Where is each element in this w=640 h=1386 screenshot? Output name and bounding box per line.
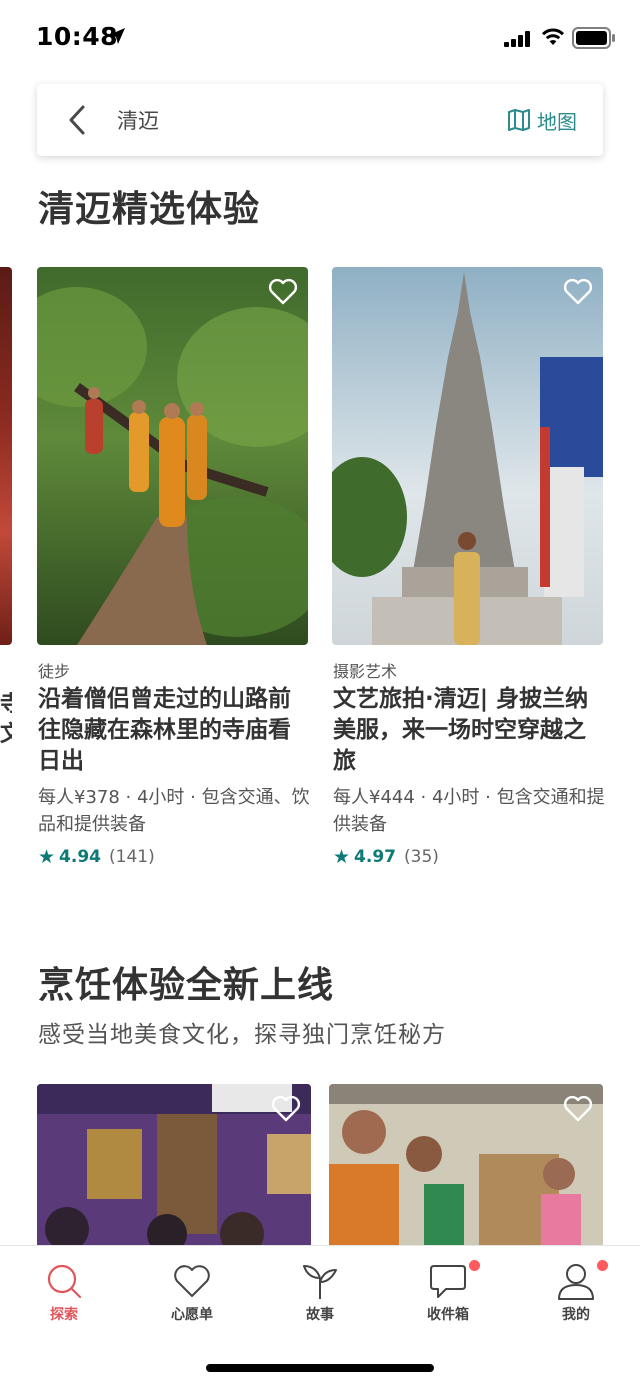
rating-score: 4.94: [59, 847, 101, 867]
profile-notification-badge: [597, 1260, 608, 1271]
card-meta: 每人¥378 · 4小时 · 包含交通、饮品和提供装备: [38, 787, 310, 835]
cooking-card-image[interactable]: [37, 1084, 311, 1254]
tab-label: 故事: [306, 1307, 334, 1323]
wishlist-heart-icon[interactable]: [271, 1094, 301, 1122]
tab-explore[interactable]: 探索: [14, 1262, 114, 1324]
wifi-icon: [541, 28, 565, 45]
map-button-label: 地图: [537, 109, 577, 134]
sprout-icon: [303, 1265, 337, 1299]
status-bar: 10:48: [0, 0, 640, 76]
monks-trail-photo: [37, 267, 308, 645]
temple-photo: [332, 267, 603, 645]
tab-inbox[interactable]: 收件箱: [398, 1262, 498, 1324]
search-icon: [47, 1264, 82, 1299]
tab-wishlist[interactable]: 心愿单: [142, 1262, 242, 1324]
partial-card-title-fragment: 文: [0, 722, 12, 747]
partial-card-title-fragment: 寺: [0, 692, 12, 717]
search-query[interactable]: 清迈: [117, 105, 159, 135]
card-category: 摄影艺术: [333, 662, 398, 681]
rating-count: (35): [404, 847, 439, 867]
tab-label: 我的: [562, 1307, 590, 1323]
card-title[interactable]: 沿着僧侣曾走过的山路前往隐藏在森林里的寺庙看日出: [38, 684, 313, 777]
rating-score: 4.97: [354, 847, 396, 867]
location-arrow-icon: [109, 28, 125, 44]
cooking-class-photo: [37, 1084, 311, 1254]
tab-label: 探索: [50, 1307, 78, 1323]
card-rating: ★ 4.97 (35): [333, 846, 439, 868]
cooking-card-image[interactable]: [329, 1084, 603, 1254]
search-bar: 清迈 地图: [37, 84, 603, 156]
section-title-featured: 清迈精选体验: [38, 189, 261, 230]
star-icon: ★: [38, 846, 56, 868]
section-title-cooking: 烹饪体验全新上线: [38, 965, 335, 1006]
card-title[interactable]: 文艺旅拍·清迈| 身披兰纳美服，来一场时空穿越之旅: [333, 684, 608, 777]
experience-card-image[interactable]: [37, 267, 308, 645]
inbox-notification-badge: [469, 1260, 480, 1271]
cooking-market-photo: [329, 1084, 603, 1254]
card-meta: 每人¥444 · 4小时 · 包含交通和提供装备: [333, 787, 605, 835]
battery-icon: [572, 27, 615, 49]
experience-card-image[interactable]: [332, 267, 603, 645]
map-icon: [508, 109, 530, 131]
heart-icon: [174, 1265, 210, 1297]
wishlist-heart-icon[interactable]: [563, 1094, 593, 1122]
tab-label: 心愿单: [171, 1307, 213, 1323]
tab-profile[interactable]: 我的: [526, 1262, 626, 1324]
wishlist-heart-icon[interactable]: [268, 277, 298, 305]
profile-icon: [558, 1264, 594, 1300]
section-subtitle-cooking: 感受当地美食文化，探寻独门烹饪秘方: [38, 1022, 446, 1048]
card-rating: ★ 4.94 (141): [38, 846, 155, 868]
partial-card-image[interactable]: [0, 267, 12, 645]
map-button[interactable]: 地图: [507, 104, 577, 136]
rating-count: (141): [109, 847, 155, 867]
tab-label: 收件箱: [427, 1307, 469, 1323]
back-arrow-icon[interactable]: [59, 101, 97, 139]
home-indicator[interactable]: [206, 1364, 434, 1372]
signal-icon: [504, 31, 530, 47]
tab-stories[interactable]: 故事: [270, 1262, 370, 1324]
status-time: 10:48: [36, 22, 119, 51]
message-icon: [430, 1265, 466, 1298]
card-category: 徒步: [38, 662, 71, 681]
star-icon: ★: [333, 846, 351, 868]
wishlist-heart-icon[interactable]: [563, 277, 593, 305]
